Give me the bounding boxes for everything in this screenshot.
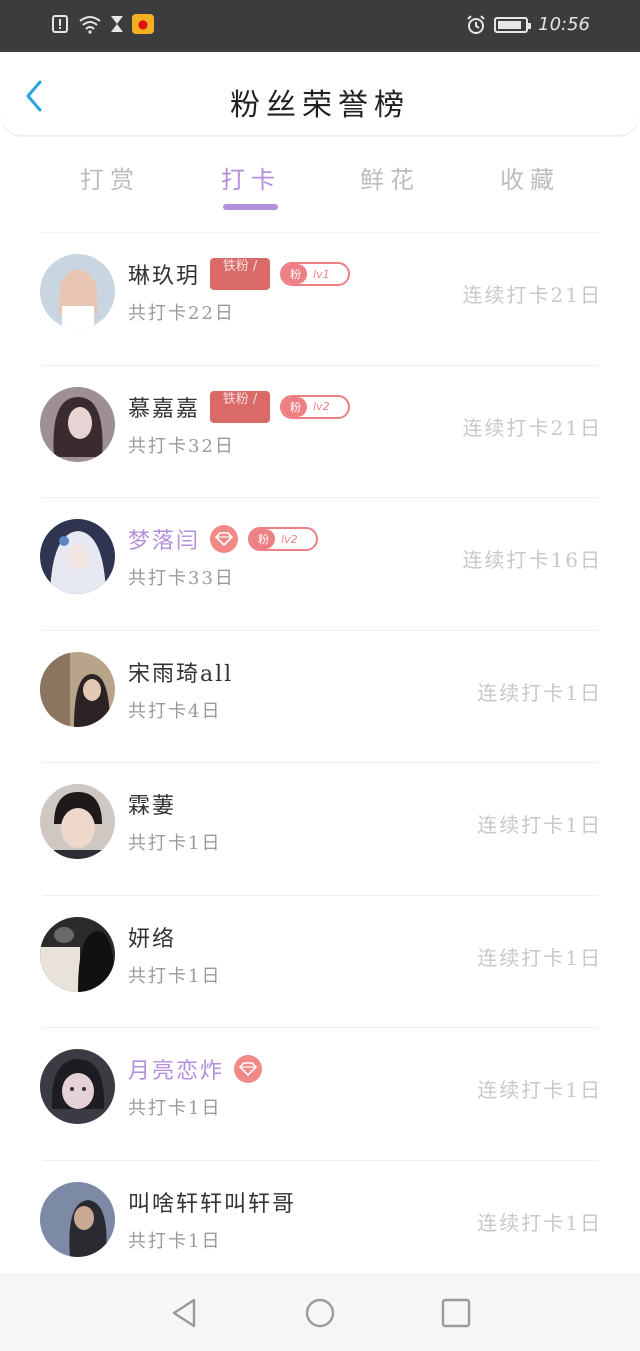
level-label: lv2	[281, 532, 298, 546]
user-name[interactable]: 慕嘉嘉	[128, 391, 200, 423]
alarm-icon	[466, 14, 485, 35]
fan-level-badge: 粉 lv2	[280, 394, 351, 419]
total-checkins: 共打卡1日	[128, 965, 222, 987]
tab-reward[interactable]: 打赏	[50, 160, 170, 195]
name-line: 叫啥轩轩叫轩哥	[128, 1187, 296, 1217]
streak-checkins: 连续打卡21日	[462, 415, 602, 440]
alert-icon	[52, 14, 70, 34]
total-checkins: 共打卡1日	[128, 1230, 222, 1252]
active-tab-indicator	[223, 204, 278, 210]
avatar[interactable]	[40, 916, 115, 992]
level-label: lv1	[313, 267, 330, 281]
level-label: lv2	[313, 400, 330, 413]
streak-checkins: 连续打卡1日	[477, 813, 602, 837]
avatar[interactable]	[40, 519, 115, 594]
list-item[interactable]: 霖萋 共打卡1日 连续打卡1日	[40, 762, 600, 895]
user-name[interactable]: 叫啥轩轩叫轩哥	[128, 1186, 296, 1218]
status-bar: ● 10:56	[0, 0, 640, 52]
streak-checkins: 连续打卡1日	[477, 1210, 602, 1235]
total-checkins: 共打卡22日	[128, 303, 235, 324]
diamond-icon	[210, 525, 239, 553]
battery-icon	[494, 16, 532, 33]
user-name[interactable]: 月亮恋炸	[128, 1053, 224, 1085]
streak-checkins: 连续打卡1日	[477, 680, 602, 705]
user-name[interactable]: 霖萋	[128, 788, 176, 820]
name-line: 月亮恋炸	[128, 1053, 263, 1085]
list-item[interactable]: 慕嘉嘉 铁粉 / 粉 lv2 共打卡32日 连续打卡21日	[40, 364, 600, 498]
name-line: 霖萋	[128, 789, 176, 819]
page-title: 粉丝荣誉榜	[230, 88, 410, 123]
total-checkins: 共打卡33日	[128, 568, 235, 589]
avatar[interactable]	[40, 1181, 115, 1257]
avatar[interactable]	[40, 386, 115, 462]
tab-favorites[interactable]: 收藏	[470, 160, 590, 195]
home-circle-icon[interactable]	[302, 1295, 338, 1331]
total-checkins: 共打卡32日	[128, 435, 235, 457]
back-triangle-icon[interactable]	[166, 1295, 202, 1331]
list-item[interactable]: 琳玖玥 铁粉 / 粉 lv1 共打卡22日 连续打卡21日	[40, 232, 600, 365]
status-left-icons: ●	[52, 14, 154, 34]
ranking-list: 琳玖玥 铁粉 / 粉 lv1 共打卡22日 连续打卡21日 慕嘉嘉 铁粉 / 粉…	[0, 232, 640, 1292]
list-item[interactable]: 妍络 共打卡1日 连续打卡1日	[40, 894, 600, 1028]
user-name[interactable]: 琳玖玥	[128, 258, 200, 290]
diamond-icon	[234, 1055, 263, 1083]
user-name[interactable]: 宋雨琦all	[128, 656, 233, 688]
header-bar: 粉丝荣誉榜	[0, 52, 640, 136]
fan-label: 粉	[282, 396, 308, 417]
name-line: 妍络	[128, 922, 176, 952]
name-line: 慕嘉嘉 铁粉 / 粉 lv2	[128, 390, 351, 423]
name-line: 宋雨琦all	[128, 657, 233, 687]
gift-badge: 铁粉 /	[210, 390, 271, 423]
hourglass-icon	[110, 14, 124, 34]
status-time: 10:56	[538, 14, 590, 35]
system-nav-bar	[0, 1273, 640, 1351]
avatar[interactable]	[40, 784, 115, 859]
name-line: 琳玖玥 铁粉 / 粉 lv1	[128, 258, 351, 290]
gift-badge: 铁粉 /	[210, 258, 271, 290]
user-name[interactable]: 梦落闫	[128, 523, 200, 555]
streak-checkins: 连续打卡21日	[462, 283, 602, 307]
fan-level-badge: 粉 lv1	[280, 262, 351, 286]
fan-level-badge: 粉 lv2	[248, 527, 319, 551]
wifi-icon	[78, 14, 102, 34]
user-name[interactable]: 妍络	[128, 921, 176, 953]
streak-checkins: 连续打卡1日	[477, 1078, 602, 1102]
tab-checkin[interactable]: 打卡	[191, 160, 311, 195]
total-checkins: 共打卡1日	[128, 1098, 222, 1119]
avatar[interactable]	[40, 651, 115, 727]
weibo-icon: ●	[132, 14, 154, 34]
tab-flowers[interactable]: 鲜花	[330, 160, 450, 195]
avatar[interactable]	[40, 1049, 115, 1124]
list-item[interactable]: 梦落闫 粉 lv2 共打卡33日 连续打卡16日	[40, 497, 600, 630]
list-item[interactable]: 月亮恋炸 共打卡1日 连续打卡1日	[40, 1027, 600, 1160]
streak-checkins: 连续打卡16日	[462, 548, 602, 572]
name-line: 梦落闫 粉 lv2	[128, 523, 319, 555]
fan-label: 粉	[282, 264, 308, 284]
recents-square-icon[interactable]	[438, 1295, 474, 1331]
fan-label: 粉	[250, 529, 276, 549]
tab-bar: 打赏 打卡 鲜花 收藏	[0, 150, 640, 220]
status-right-icons: 10:56	[466, 14, 590, 35]
total-checkins: 共打卡1日	[128, 833, 222, 854]
total-checkins: 共打卡4日	[128, 700, 222, 722]
streak-checkins: 连续打卡1日	[477, 945, 602, 970]
avatar[interactable]	[40, 254, 115, 329]
list-item[interactable]: 宋雨琦all 共打卡4日 连续打卡1日	[40, 629, 600, 763]
